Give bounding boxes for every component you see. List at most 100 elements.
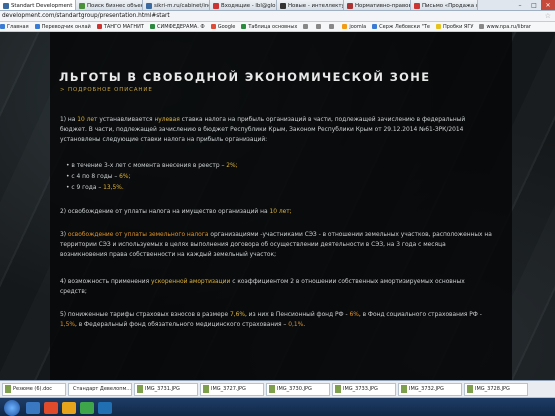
file-icon bbox=[467, 385, 473, 393]
download-item[interactable]: IMG_3728.JPG bbox=[464, 382, 528, 396]
browser-tab-bar: Standart Development×Поиск бизнес объект… bbox=[0, 0, 555, 11]
download-item[interactable]: IMG_3731.JPG bbox=[134, 382, 198, 396]
browser-tab[interactable]: Новые - интеллектуаль× bbox=[277, 0, 344, 10]
download-label: IMG_3732.JPG bbox=[409, 386, 444, 392]
tab-label: sikri-m.ru/cabinet/index bbox=[154, 2, 209, 9]
word-icon[interactable] bbox=[98, 401, 112, 414]
tab-favicon-icon bbox=[79, 2, 85, 9]
bookmark-label: joomla bbox=[349, 23, 367, 30]
bookmark-icon bbox=[342, 24, 348, 29]
bookmark-icon bbox=[316, 24, 322, 29]
file-icon bbox=[335, 385, 341, 393]
bullet-3: • с 9 года – 13,5%. bbox=[66, 185, 124, 191]
page-subtitle: > ПОДРОБНОЕ ОПИСАНИЕ bbox=[60, 87, 153, 93]
browser-tab[interactable]: Standart Development× bbox=[0, 0, 76, 10]
bookmark-item[interactable]: Переводчик онлай bbox=[34, 23, 91, 30]
download-label: IMG_3728.JPG bbox=[475, 386, 510, 392]
bookmark-label: СИМФЕДЕРАМА. Ф bbox=[156, 23, 205, 30]
browser-tab[interactable]: Входящие - lbl@glob× bbox=[210, 0, 277, 10]
explorer-icon[interactable] bbox=[26, 401, 40, 414]
bookmark-icon bbox=[210, 24, 216, 29]
bookmark-label: Пробки ЯГУ bbox=[442, 23, 474, 30]
download-item[interactable]: IMG_3733.JPG bbox=[332, 382, 396, 396]
folder-icon[interactable] bbox=[62, 401, 76, 414]
tab-label: Входящие - lbl@glob bbox=[221, 2, 277, 9]
file-icon bbox=[269, 385, 275, 393]
download-item[interactable]: Стандарт Девелопм....jpg bbox=[68, 382, 132, 396]
bookmark-item[interactable]: Главная bbox=[0, 24, 29, 30]
paragraph-5: 5) пониженные тарифы страховых взносов в… bbox=[60, 312, 482, 328]
browser-tab[interactable]: Письмо «Продажа стр»× bbox=[411, 0, 478, 10]
download-item[interactable]: IMG_3730.JPG bbox=[266, 382, 330, 396]
bookmark-label: Google bbox=[217, 23, 236, 30]
windows-taskbar bbox=[0, 398, 555, 416]
download-label: Стандарт Девелопм....jpg bbox=[73, 386, 132, 392]
bookmark-item[interactable]: СИМФЕДЕРАМА. Ф bbox=[149, 23, 205, 30]
start-button[interactable] bbox=[4, 399, 20, 416]
bookmark-label: www.npa.ru/librar bbox=[486, 23, 531, 30]
tab-label: Поиск бизнес объектов bbox=[87, 2, 142, 9]
p1-highlight-rate: нулевая bbox=[154, 117, 180, 123]
address-bar[interactable]: development.com/standartgroup/presentati… bbox=[0, 11, 555, 22]
download-label: Резюме (6).doc bbox=[13, 386, 53, 392]
file-icon bbox=[5, 385, 11, 393]
download-item[interactable]: IMG_3727.JPG bbox=[200, 382, 264, 396]
download-label: IMG_3731.JPG bbox=[145, 386, 180, 392]
file-icon bbox=[137, 385, 143, 393]
browser-tab[interactable]: Нормативно-правово× bbox=[344, 0, 411, 10]
bookmark-icon bbox=[303, 24, 309, 29]
bookmark-label: Переводчик онлай bbox=[41, 23, 91, 30]
bookmark-item[interactable]: Google bbox=[210, 23, 236, 30]
bookmark-item[interactable] bbox=[316, 24, 323, 29]
bookmarks-bar: Главная Переводчик онлай ТАНГО МАГНИТ СИМФЕ… bbox=[0, 22, 555, 32]
bookmark-icon bbox=[241, 24, 247, 29]
tab-favicon-icon bbox=[280, 2, 286, 9]
download-item[interactable]: IMG_3732.JPG bbox=[398, 382, 462, 396]
bookmark-item[interactable] bbox=[329, 24, 336, 29]
tab-label: Standart Development bbox=[11, 2, 73, 9]
browser-tab[interactable]: Поиск бизнес объектов× bbox=[76, 0, 143, 10]
tab-favicon-icon bbox=[213, 2, 219, 9]
tab-label: Письмо «Продажа стр» bbox=[422, 2, 477, 9]
bookmark-item[interactable]: joomla bbox=[342, 24, 366, 30]
bookmark-icon bbox=[0, 24, 5, 29]
bookmark-item[interactable] bbox=[303, 24, 310, 29]
taskbar: Резюме (6).doc Стандарт Девелопм....jpg IM… bbox=[0, 380, 555, 416]
chrome-icon[interactable] bbox=[80, 401, 94, 414]
bookmark-icon bbox=[435, 24, 441, 29]
download-label: IMG_3733.JPG bbox=[343, 386, 378, 392]
tab-label: Новые - интеллектуаль bbox=[288, 2, 343, 9]
bookmark-star-icon[interactable]: ☆ bbox=[545, 12, 551, 20]
tab-label: Нормативно-правово bbox=[355, 2, 411, 9]
file-icon bbox=[401, 385, 407, 393]
maximize-button[interactable]: □ bbox=[527, 0, 541, 10]
window-controls: – □ ✕ bbox=[513, 0, 555, 10]
url-field[interactable]: development.com/standartgroup/presentati… bbox=[0, 13, 170, 19]
paragraph-3: 3) освобождение от уплаты земельного нал… bbox=[60, 232, 492, 258]
paragraph-4: 4) возможность применения ускоренной амо… bbox=[60, 279, 465, 295]
bookmark-item[interactable]: www.npa.ru/librar bbox=[479, 23, 531, 30]
bookmark-icon bbox=[34, 24, 40, 29]
bookmark-icon bbox=[479, 24, 485, 29]
bookmark-icon bbox=[96, 24, 102, 29]
bookmark-icon bbox=[149, 24, 155, 29]
browser-tab[interactable]: sikri-m.ru/cabinet/index× bbox=[143, 0, 210, 10]
bookmark-label: Главная bbox=[7, 23, 29, 30]
paragraph-1: 1) на 10 лет устанавливается нулевая ста… bbox=[60, 116, 492, 145]
page-title: ЛЬГОТЫ В СВОБОДНОЙ ЭКОНОМИЧЕСКОЙ ЗОНЕ bbox=[59, 70, 431, 84]
bookmark-item[interactable]: Пробки ЯГУ bbox=[435, 23, 474, 30]
bookmark-item[interactable]: Серж Лебовски "Те bbox=[372, 24, 430, 30]
downloads-bar: Резюме (6).doc Стандарт Девелопм....jpg IM… bbox=[0, 381, 555, 398]
bookmark-item[interactable]: Таблица основных bbox=[241, 24, 297, 30]
download-item[interactable]: Резюме (6).doc bbox=[2, 382, 66, 396]
paragraph-2: 2) освобождение от уплаты налога на имущ… bbox=[60, 209, 292, 215]
file-icon bbox=[203, 385, 209, 393]
minimize-button[interactable]: – bbox=[513, 0, 527, 10]
bookmark-item[interactable]: ТАНГО МАГНИТ bbox=[96, 24, 144, 30]
p1-text: 1) на bbox=[60, 117, 78, 123]
bookmark-icon bbox=[372, 24, 378, 29]
close-window-button[interactable]: ✕ bbox=[541, 0, 555, 10]
bookmark-label: Серж Лебовски "Те bbox=[379, 23, 430, 30]
tab-favicon-icon bbox=[347, 2, 353, 9]
media-player-icon[interactable] bbox=[44, 401, 58, 414]
